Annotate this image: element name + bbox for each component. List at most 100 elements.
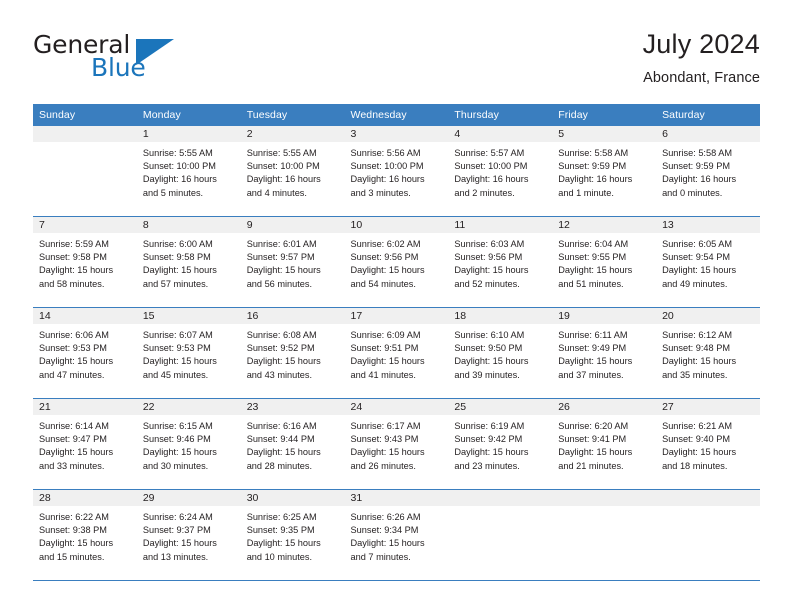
daylight-text-line1: Daylight: 15 hours [142, 447, 217, 458]
sunset-text: Sunset: 9:54 PM [662, 252, 730, 263]
calendar-day-cell[interactable]: 29 Sunrise: 6:24 AM Sunset: 9:37 PM Dayligh… [136, 489, 241, 581]
daylight-text-line1: Daylight: 15 hours [246, 356, 321, 367]
calendar-day-cell[interactable]: 22 Sunrise: 6:15 AM Sunset: 9:46 PM Dayligh… [136, 398, 241, 490]
day-details: Sunrise: 5:56 AM Sunset: 10:00 PM Daylight… [345, 142, 449, 200]
calendar-day-cell[interactable]: 9 Sunrise: 6:01 AM Sunset: 9:57 PM Daylight… [240, 216, 345, 308]
calendar-day-cell[interactable]: 18 Sunrise: 6:10 AM Sunset: 9:50 PM Dayligh… [448, 307, 553, 399]
weekday-header-wednesday: Wednesday [344, 104, 449, 126]
calendar-day-cell[interactable]: 1 Sunrise: 5:55 AM Sunset: 10:00 PM Dayligh… [136, 126, 241, 217]
daylight-text-line2: and 35 minutes. [662, 369, 728, 380]
sunrise-text: Sunrise: 5:55 AM [142, 148, 213, 158]
daylight-text-line2: and 0 minutes. [662, 187, 723, 198]
calendar-day-cell[interactable]: 30 Sunrise: 6:25 AM Sunset: 9:35 PM Dayligh… [240, 489, 345, 581]
sunset-text: Sunset: 9:48 PM [662, 343, 730, 354]
calendar-day-cell[interactable]: 23 Sunrise: 6:16 AM Sunset: 9:44 PM Dayligh… [240, 398, 345, 490]
day-number: 15 [136, 308, 241, 324]
sunset-text: Sunset: 9:37 PM [142, 525, 211, 536]
sunrise-text: Sunrise: 6:00 AM [142, 239, 213, 249]
day-details: Sunrise: 6:22 AM Sunset: 9:38 PM Daylight:… [33, 506, 137, 564]
daylight-text-line1: Daylight: 15 hours [350, 265, 425, 276]
calendar-day-cell[interactable]: 16 Sunrise: 6:08 AM Sunset: 9:52 PM Dayligh… [240, 307, 345, 399]
sunset-text: Sunset: 9:43 PM [350, 434, 419, 445]
daylight-text-line2: and 57 minutes. [142, 278, 209, 289]
day-number: 9 [240, 217, 345, 233]
daylight-text-line1: Daylight: 15 hours [142, 356, 217, 367]
calendar-day-cell[interactable]: 5 Sunrise: 5:58 AM Sunset: 9:59 PM Daylight… [552, 126, 657, 217]
calendar-day-cell[interactable]: 31 Sunrise: 6:26 AM Sunset: 9:34 PM Dayligh… [344, 489, 449, 581]
calendar-day-cell[interactable]: 27 Sunrise: 6:21 AM Sunset: 9:40 PM Dayligh… [656, 398, 760, 490]
page-subtitle-location: Abondant, France [643, 70, 760, 86]
sunset-text: Sunset: 9:58 PM [39, 252, 107, 263]
calendar-day-cell[interactable]: 28 Sunrise: 6:22 AM Sunset: 9:38 PM Dayligh… [33, 489, 137, 581]
calendar-day-cell[interactable]: 25 Sunrise: 6:19 AM Sunset: 9:42 PM Dayligh… [448, 398, 553, 490]
daylight-text-line2: and 1 minute. [558, 187, 614, 198]
sunset-text: Sunset: 9:35 PM [246, 525, 315, 536]
sunrise-text: Sunrise: 6:16 AM [246, 421, 317, 431]
calendar-day-cell[interactable]: 20 Sunrise: 6:12 AM Sunset: 9:48 PM Dayligh… [656, 307, 760, 399]
calendar-day-cell[interactable]: 24 Sunrise: 6:17 AM Sunset: 9:43 PM Dayligh… [344, 398, 449, 490]
calendar-day-cell[interactable]: 11 Sunrise: 6:03 AM Sunset: 9:56 PM Dayligh… [448, 216, 553, 308]
sunset-text: Sunset: 9:41 PM [558, 434, 627, 445]
calendar-day-cell[interactable]: 6 Sunrise: 5:58 AM Sunset: 9:59 PM Daylight… [656, 126, 760, 217]
day-number: 1 [136, 126, 241, 142]
sunrise-text: Sunrise: 6:05 AM [662, 239, 733, 249]
calendar-day-cell[interactable]: 3 Sunrise: 5:56 AM Sunset: 10:00 PM Dayligh… [344, 126, 449, 217]
calendar-day-cell[interactable]: 19 Sunrise: 6:11 AM Sunset: 9:49 PM Dayligh… [552, 307, 657, 399]
sunset-text: Sunset: 9:56 PM [350, 252, 419, 263]
day-details: Sunrise: 6:10 AM Sunset: 9:50 PM Daylight:… [448, 324, 552, 382]
general-blue-logo[interactable]: General Blue [33, 28, 213, 90]
sunset-text: Sunset: 9:55 PM [558, 252, 627, 263]
sunset-text: Sunset: 10:00 PM [142, 161, 216, 172]
sunrise-text: Sunrise: 6:19 AM [454, 421, 525, 431]
sunset-text: Sunset: 10:00 PM [454, 161, 528, 172]
day-number: 17 [344, 308, 449, 324]
day-number: 6 [656, 126, 760, 142]
day-number: 16 [240, 308, 345, 324]
calendar-day-cell[interactable]: 4 Sunrise: 5:57 AM Sunset: 10:00 PM Dayligh… [448, 126, 553, 217]
daylight-text-line2: and 26 minutes. [350, 460, 416, 471]
day-number [448, 490, 553, 506]
day-details: Sunrise: 6:08 AM Sunset: 9:52 PM Daylight:… [241, 324, 345, 382]
daylight-text-line2: and 13 minutes. [142, 551, 209, 562]
sunrise-text: Sunrise: 6:11 AM [558, 330, 628, 340]
sunrise-text: Sunrise: 6:25 AM [246, 512, 317, 522]
page-title: July 2024 [642, 29, 760, 59]
calendar-day-cell[interactable]: 21 Sunrise: 6:14 AM Sunset: 9:47 PM Dayligh… [33, 398, 137, 490]
day-number: 23 [240, 399, 345, 415]
sunset-text: Sunset: 9:40 PM [662, 434, 730, 445]
daylight-text-line1: Daylight: 15 hours [246, 447, 321, 458]
sunset-text: Sunset: 9:44 PM [246, 434, 315, 445]
calendar-page: General Blue July 2024 Abondant, France … [0, 0, 792, 612]
daylight-text-line1: Daylight: 16 hours [350, 174, 425, 185]
sunrise-text: Sunrise: 6:09 AM [350, 330, 421, 340]
daylight-text-line1: Daylight: 15 hours [662, 447, 737, 458]
daylight-text-line2: and 21 minutes. [558, 460, 624, 471]
day-number: 20 [656, 308, 760, 324]
daylight-text-line1: Daylight: 15 hours [558, 356, 633, 367]
calendar-day-cell[interactable]: 26 Sunrise: 6:20 AM Sunset: 9:41 PM Dayligh… [552, 398, 657, 490]
sunset-text: Sunset: 9:57 PM [246, 252, 315, 263]
daylight-text-line1: Daylight: 15 hours [662, 265, 737, 276]
sunset-text: Sunset: 9:47 PM [39, 434, 107, 445]
calendar-day-cell[interactable]: 7 Sunrise: 5:59 AM Sunset: 9:58 PM Daylight… [33, 216, 137, 308]
calendar-week-row: 21 Sunrise: 6:14 AM Sunset: 9:47 PM Dayligh… [33, 398, 760, 490]
calendar-day-cell[interactable]: 12 Sunrise: 6:04 AM Sunset: 9:55 PM Dayligh… [552, 216, 657, 308]
sunrise-text: Sunrise: 6:04 AM [558, 239, 629, 249]
calendar-day-cell[interactable]: 13 Sunrise: 6:05 AM Sunset: 9:54 PM Dayligh… [656, 216, 760, 308]
day-number: 7 [33, 217, 137, 233]
daylight-text-line1: Daylight: 15 hours [558, 447, 633, 458]
sunrise-text: Sunrise: 6:01 AM [246, 239, 317, 249]
weekday-header-thursday: Thursday [448, 104, 553, 126]
day-details: Sunrise: 6:19 AM Sunset: 9:42 PM Daylight:… [448, 415, 552, 473]
calendar-day-cell[interactable]: 8 Sunrise: 6:00 AM Sunset: 9:58 PM Daylight… [136, 216, 241, 308]
weekday-header-tuesday: Tuesday [240, 104, 345, 126]
calendar-day-cell[interactable]: 14 Sunrise: 6:06 AM Sunset: 9:53 PM Dayligh… [33, 307, 137, 399]
daylight-text-line1: Daylight: 15 hours [246, 538, 321, 549]
calendar-day-cell[interactable]: 15 Sunrise: 6:07 AM Sunset: 9:53 PM Dayligh… [136, 307, 241, 399]
daylight-text-line1: Daylight: 15 hours [454, 447, 529, 458]
calendar-day-cell[interactable]: 17 Sunrise: 6:09 AM Sunset: 9:51 PM Dayligh… [344, 307, 449, 399]
calendar-day-cell[interactable]: 10 Sunrise: 6:02 AM Sunset: 9:56 PM Dayligh… [344, 216, 449, 308]
calendar-day-cell[interactable]: 2 Sunrise: 5:55 AM Sunset: 10:00 PM Dayligh… [240, 126, 345, 217]
day-number: 29 [136, 490, 241, 506]
day-details: Sunrise: 6:00 AM Sunset: 9:58 PM Daylight:… [137, 233, 241, 291]
